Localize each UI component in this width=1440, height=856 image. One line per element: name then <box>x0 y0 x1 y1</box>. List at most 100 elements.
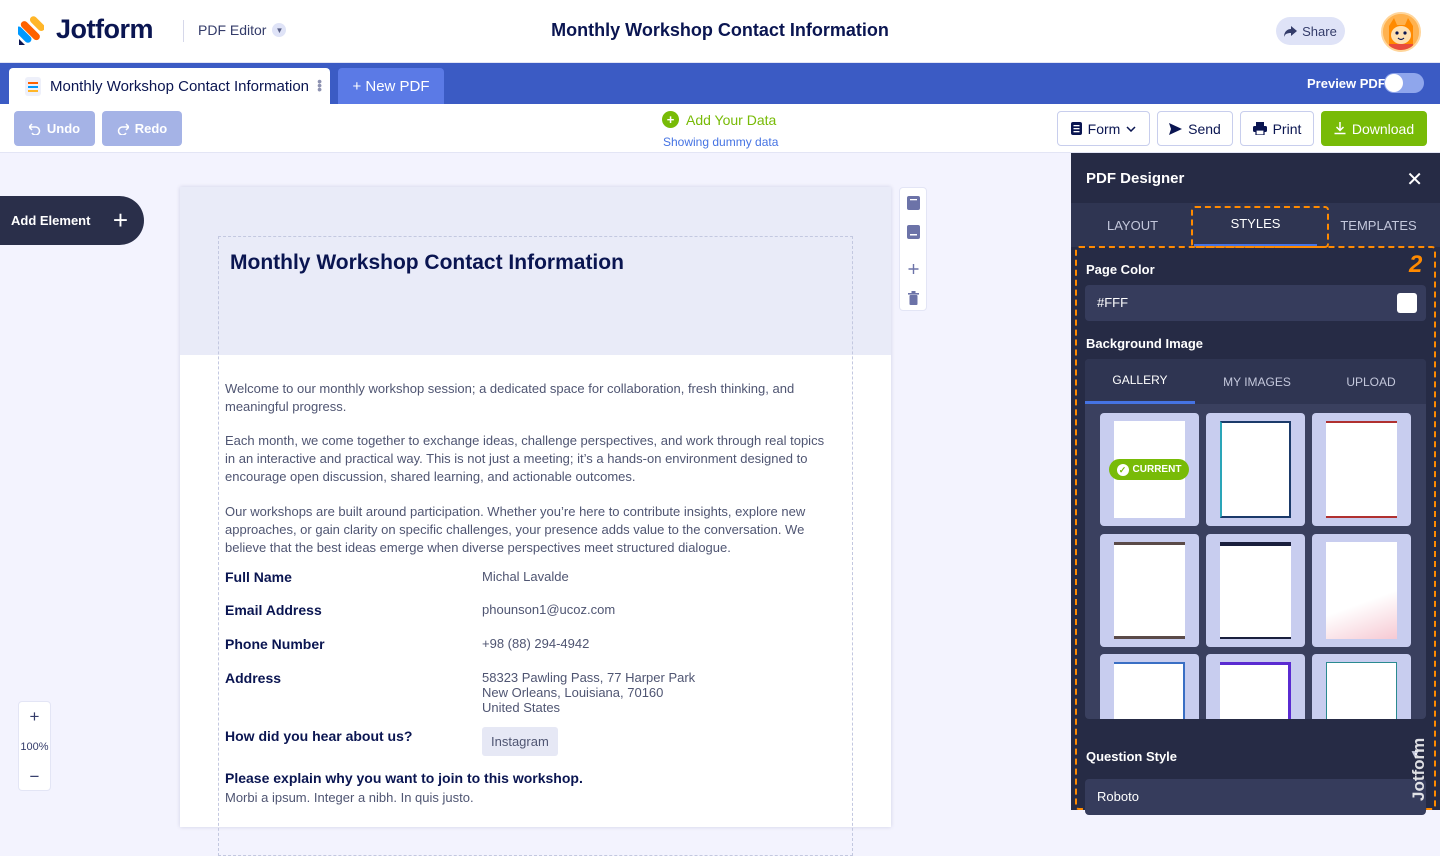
field-label-referral[interactable]: How did you hear about us? <box>225 728 412 744</box>
background-thumbnail-purple-corner[interactable] <box>1206 654 1305 719</box>
form-label: Form <box>1087 120 1121 137</box>
document-tab-bar: Monthly Workshop Contact Information • • •… <box>0 63 1440 104</box>
add-element-button[interactable]: Add Element + <box>0 196 144 245</box>
tab-current-document[interactable]: Monthly Workshop Contact Information • • • <box>9 68 330 104</box>
question-label[interactable]: Please explain why you want to join to t… <box>225 770 583 786</box>
background-thumbnail-teal-frame[interactable] <box>1312 654 1411 719</box>
field-label-email[interactable]: Email Address <box>225 602 322 618</box>
printer-icon <box>1252 122 1267 135</box>
thumbnail-page <box>1114 542 1185 639</box>
avatar[interactable] <box>1381 12 1421 52</box>
background-thumbnail-brown-bars[interactable] <box>1100 534 1199 647</box>
highlight-styles-tab <box>1191 206 1329 248</box>
jotform-logo-icon <box>15 15 45 45</box>
thumbnail-page <box>1220 542 1291 639</box>
brand-name: Jotform <box>56 14 154 44</box>
thumbnail-page <box>1326 542 1397 639</box>
field-label-phone[interactable]: Phone Number <box>225 636 325 652</box>
step-badge: 2 <box>1409 251 1423 278</box>
app-switcher[interactable]: PDF Editor ▼ <box>198 22 287 38</box>
zoom-in-button[interactable]: + <box>19 702 50 732</box>
chevron-down-icon: ▼ <box>272 23 287 37</box>
tab-templates[interactable]: TEMPLATES <box>1317 203 1440 247</box>
send-button[interactable]: Send <box>1157 111 1233 146</box>
top-bar: Jotform PDF Editor ▼ Monthly Workshop Co… <box>0 0 1440 63</box>
tab-layout[interactable]: LAYOUT <box>1071 203 1194 247</box>
pdf-designer-panel: PDF Designer ✕ LAYOUT STYLES TEMPLATES 2… <box>1071 153 1440 815</box>
document-title[interactable]: Monthly Workshop Contact Information <box>230 251 624 275</box>
form-icon <box>1070 122 1082 135</box>
background-image-label: Background Image <box>1086 336 1204 351</box>
background-thumbnail-frame-teal[interactable] <box>1206 413 1305 526</box>
thumbnail-page <box>1220 421 1291 518</box>
field-value-referral-chip: Instagram <box>482 727 558 756</box>
dummy-data-note: Showing dummy data <box>663 135 779 149</box>
download-button[interactable]: Download <box>1321 111 1427 146</box>
share-label: Share <box>1302 23 1337 39</box>
field-value-address-line-1: 58323 Pawling Pass, 77 Harper Park <box>482 670 696 685</box>
background-thumbnail-blue-corner[interactable] <box>1100 654 1199 719</box>
field-label-address[interactable]: Address <box>225 670 281 686</box>
intro-paragraph-1[interactable]: Welcome to our monthly workshop session;… <box>225 380 825 416</box>
background-thumbnail-dark-wave[interactable] <box>1206 534 1305 647</box>
question-answer: Morbi a ipsum. Integer a nibh. In quis j… <box>225 790 474 805</box>
download-icon <box>1334 122 1346 135</box>
jotform-watermark: Jotform <box>1409 737 1428 801</box>
field-label-full-name[interactable]: Full Name <box>225 569 292 585</box>
zoom-level: 100% <box>20 741 49 753</box>
cat-avatar-icon <box>1383 14 1419 50</box>
form-dropdown-button[interactable]: Form <box>1057 111 1150 146</box>
new-pdf-button[interactable]: + New PDF <box>338 68 444 104</box>
add-icon[interactable] <box>907 262 920 276</box>
field-value-phone: +98 (88) 294-4942 <box>482 636 590 651</box>
chevron-down-icon <box>1126 125 1136 132</box>
page-color-input[interactable]: #FFF <box>1085 285 1426 321</box>
background-thumbnail-pink-dots[interactable] <box>1312 534 1411 647</box>
page-color-label: Page Color <box>1086 262 1155 277</box>
preview-pdf-toggle[interactable] <box>1384 73 1424 93</box>
properties-icon[interactable] <box>907 196 920 210</box>
add-your-data-button[interactable]: + Add Your Data <box>662 111 776 128</box>
background-thumbnail-plain[interactable]: ✓ CURRENT <box>1100 413 1199 526</box>
trash-icon[interactable] <box>907 291 920 305</box>
font-value: Roboto <box>1097 789 1139 804</box>
download-label: Download <box>1351 120 1415 137</box>
kebab-menu-icon[interactable]: • • • <box>317 74 322 96</box>
field-value-address-line-3: United States <box>482 700 561 715</box>
style-icon[interactable] <box>907 225 920 239</box>
tab-my-images[interactable]: MY IMAGES <box>1202 359 1312 404</box>
close-icon[interactable]: ✕ <box>1406 167 1423 192</box>
thumbnail-page <box>1220 662 1291 719</box>
field-value-email: phounson1@ucoz.com <box>482 602 616 617</box>
plus-icon: + <box>112 205 128 235</box>
redo-label: Redo <box>134 121 168 136</box>
share-button[interactable]: Share <box>1276 17 1345 45</box>
print-button[interactable]: Print <box>1240 111 1314 146</box>
element-side-tools <box>899 187 927 311</box>
send-label: Send <box>1188 120 1221 137</box>
tab-upload[interactable]: UPLOAD <box>1316 359 1426 404</box>
question-style-label[interactable]: Question Style <box>1086 749 1177 764</box>
plus-circle-icon: + <box>662 111 679 128</box>
pdf-page: Monthly Workshop Contact Information Wel… <box>180 187 891 856</box>
color-swatch[interactable] <box>1397 293 1417 313</box>
zoom-out-button[interactable]: − <box>19 762 50 792</box>
preview-pdf-label: Preview PDF <box>1307 76 1386 91</box>
intro-paragraph-3[interactable]: Our workshops are built around participa… <box>225 503 825 557</box>
intro-paragraph-2[interactable]: Each month, we come together to exchange… <box>225 432 825 486</box>
editor-toolbar: Undo Redo + Add Your Data Showing dummy … <box>0 104 1440 153</box>
background-image-tabs: GALLERY MY IMAGES UPLOAD <box>1085 359 1426 404</box>
send-icon <box>1169 122 1183 135</box>
undo-button[interactable]: Undo <box>14 111 95 146</box>
check-icon: ✓ <box>1116 463 1129 476</box>
field-value-address-line-2: New Orleans, Louisiana, 70160 <box>482 685 664 700</box>
background-thumbnail-red-bars[interactable] <box>1312 413 1411 526</box>
background-image-picker: GALLERY MY IMAGES UPLOAD ✓ CURRENT <box>1085 359 1426 719</box>
field-value-full-name: Michal Lavalde <box>482 569 569 584</box>
redo-button[interactable]: Redo <box>102 111 182 146</box>
tab-gallery[interactable]: GALLERY <box>1085 359 1195 404</box>
undo-label: Undo <box>46 121 81 136</box>
jotform-logo[interactable]: Jotform <box>15 14 154 45</box>
redo-icon <box>117 122 129 135</box>
document-icon <box>25 76 41 96</box>
